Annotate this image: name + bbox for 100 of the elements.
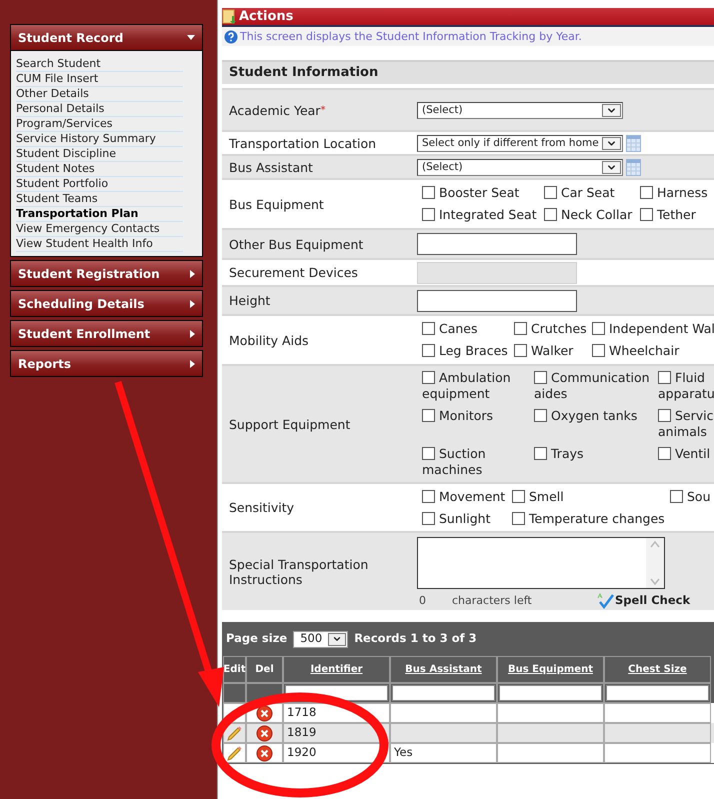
column-header[interactable]: Identifier: [283, 656, 390, 683]
sidebar-menu-item[interactable]: View Emergency Contacts: [16, 222, 183, 237]
sidebar-menu-item[interactable]: Student Teams: [16, 192, 183, 207]
checkbox-option[interactable]: Wheelchair: [592, 343, 714, 359]
checkbox[interactable]: [534, 447, 547, 460]
checkbox-option[interactable]: Crutches: [514, 321, 592, 337]
checkbox-option[interactable]: Booster Seat: [422, 185, 544, 201]
checkbox[interactable]: [422, 409, 435, 422]
checkbox[interactable]: [422, 447, 435, 460]
checkbox-option[interactable]: Servic animals: [658, 408, 714, 440]
checkbox-option[interactable]: Integrated Seat: [422, 207, 544, 223]
page-size-select[interactable]: 500: [293, 630, 348, 648]
checkbox-option[interactable]: Canes: [422, 321, 514, 337]
field-label: Academic Year: [229, 102, 320, 118]
checkbox[interactable]: [422, 371, 435, 384]
checkbox[interactable]: [592, 322, 605, 335]
checkbox[interactable]: [544, 208, 557, 221]
checkbox-option[interactable]: Fluid apparatu: [658, 370, 714, 402]
checkbox-option[interactable]: Trays: [534, 446, 658, 478]
checkbox[interactable]: [422, 186, 435, 199]
dropdown-select[interactable]: (Select): [417, 158, 623, 176]
checkbox-option[interactable]: Independent Wal: [592, 321, 714, 337]
checkbox[interactable]: [512, 490, 525, 502]
column-header: Del: [246, 656, 283, 683]
sidebar-menu-item[interactable]: Student Discipline: [16, 147, 183, 162]
checkbox[interactable]: [514, 322, 527, 335]
checkbox[interactable]: [422, 512, 435, 524]
checkbox[interactable]: [514, 344, 527, 357]
sidebar-menu-item[interactable]: Student Notes: [16, 162, 183, 177]
sidebar-section-header[interactable]: Student Registration: [10, 260, 203, 287]
sidebar-menu-item[interactable]: Personal Details: [16, 102, 183, 117]
instructions-textarea[interactable]: [417, 537, 665, 589]
checkbox-option[interactable]: Neck Collar: [544, 207, 640, 223]
checkbox-option[interactable]: Sou: [670, 488, 714, 504]
sidebar-menu-item[interactable]: Student Portfolio: [16, 177, 183, 192]
dropdown-select[interactable]: Select only if different from home: [417, 134, 623, 152]
help-text: This screen displays the Student Information Tracking by Year.: [240, 28, 582, 45]
checkbox-option[interactable]: Leg Braces: [422, 343, 514, 359]
dropdown-select[interactable]: (Select): [417, 102, 623, 118]
table-cell: [223, 683, 246, 703]
checkbox[interactable]: [512, 512, 525, 524]
checkbox[interactable]: [422, 322, 435, 335]
sidebar-menu-item[interactable]: Transportation Plan: [16, 207, 183, 222]
table-cell: 1718: [283, 703, 390, 723]
checkbox-option[interactable]: Temperature changes: [512, 510, 670, 526]
column-header: Edit: [223, 656, 246, 683]
column-header[interactable]: Chest Size: [604, 656, 711, 683]
checkbox[interactable]: [658, 447, 671, 460]
checkbox[interactable]: [640, 208, 653, 221]
checkbox-option[interactable]: Smell: [512, 488, 670, 504]
checkbox-option[interactable]: Ventil: [658, 446, 714, 478]
field-label: Other Bus Equipment: [229, 236, 364, 252]
delete-icon[interactable]: [256, 704, 273, 722]
checkbox-option[interactable]: Walker: [514, 343, 592, 359]
checkbox[interactable]: [640, 186, 653, 199]
checkbox[interactable]: [670, 490, 683, 502]
field-label: Support Equipment: [229, 416, 350, 432]
checkbox[interactable]: [422, 490, 435, 502]
text-field[interactable]: [417, 233, 577, 255]
checkbox-option[interactable]: Oxygen tanks: [534, 408, 658, 440]
checkbox[interactable]: [422, 208, 435, 221]
delete-icon[interactable]: [256, 724, 273, 742]
column-header[interactable]: Bus Equipment: [497, 656, 604, 683]
field-label: Height: [229, 293, 270, 308]
checkbox[interactable]: [544, 186, 557, 199]
sidebar-section-header[interactable]: Student Enrollment: [10, 320, 203, 347]
sidebar-section-header[interactable]: Scheduling Details: [10, 290, 203, 317]
caret-down-icon: [187, 35, 195, 40]
sidebar-menu-item[interactable]: Program/Services: [16, 117, 183, 132]
sidebar-menu-item[interactable]: Service History Summary: [16, 132, 183, 147]
actions-title: Actions: [239, 8, 294, 26]
sidebar-menu-item[interactable]: View Student Health Info: [16, 237, 183, 252]
spell-check-icon: [597, 593, 615, 609]
field-label: Sensitivity: [229, 500, 294, 515]
checkbox-option[interactable]: Car Seat: [544, 185, 640, 201]
checkbox-option[interactable]: Tether: [640, 207, 714, 223]
sidebar-menu-item[interactable]: Other Details: [16, 87, 183, 102]
checkbox[interactable]: [592, 344, 605, 357]
table-cell: Yes: [390, 743, 497, 763]
sidebar-menu-item[interactable]: Search Student: [16, 57, 183, 72]
checkbox[interactable]: [534, 371, 547, 384]
sidebar-section-header[interactable]: Reports: [10, 350, 203, 377]
sidebar-menu-item[interactable]: CUM File Insert: [16, 72, 183, 87]
checkbox-option[interactable]: Movement: [422, 488, 512, 504]
checkbox[interactable]: [422, 344, 435, 357]
checkbox-option[interactable]: Suction machines: [422, 446, 534, 478]
checkbox[interactable]: [534, 409, 547, 422]
caret-right-icon: [190, 330, 195, 338]
checkbox[interactable]: [658, 371, 671, 384]
checkbox[interactable]: [658, 409, 671, 422]
checkbox-option[interactable]: Ambulation equipment: [422, 370, 534, 402]
spell-check-button[interactable]: Spell Check: [597, 592, 690, 609]
checkbox-option[interactable]: Harness: [640, 185, 714, 201]
delete-icon[interactable]: [256, 744, 273, 762]
column-header[interactable]: Bus Assistant: [390, 656, 497, 683]
sidebar-section-header[interactable]: Student Record: [10, 24, 203, 51]
checkbox-option[interactable]: Monitors: [422, 408, 534, 440]
text-field[interactable]: [417, 290, 577, 312]
checkbox-option[interactable]: Sunlight: [422, 510, 512, 526]
checkbox-option[interactable]: Communication aides: [534, 370, 658, 402]
